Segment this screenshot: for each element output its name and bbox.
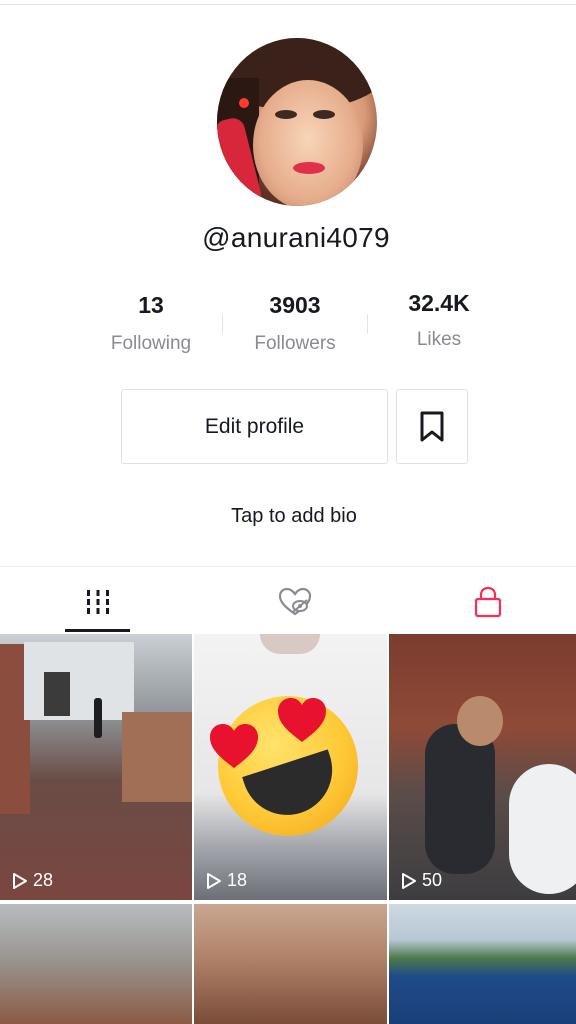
- tab-liked[interactable]: [255, 572, 335, 632]
- top-divider: [0, 4, 576, 5]
- edit-profile-button[interactable]: Edit profile: [121, 389, 388, 464]
- following-label: Following: [110, 333, 192, 354]
- video-thumbnail[interactable]: 18: [194, 634, 387, 900]
- followers-stat[interactable]: 3903 Followers: [230, 292, 360, 355]
- followers-label: Followers: [254, 333, 336, 354]
- following-count: 13: [138, 292, 164, 318]
- favorites-button[interactable]: [396, 389, 468, 464]
- stat-divider: [222, 314, 223, 334]
- likes-label: Likes: [416, 329, 462, 350]
- view-count-text: 18: [227, 870, 248, 890]
- likes-count: 32.4K: [408, 290, 470, 316]
- play-icon: [402, 872, 416, 889]
- play-icon: [207, 872, 221, 889]
- video-thumbnail[interactable]: [389, 904, 576, 1024]
- video-thumbnail[interactable]: 50: [389, 634, 576, 900]
- video-thumbnail[interactable]: 28: [0, 634, 192, 900]
- followers-count: 3903: [269, 292, 321, 318]
- likes-stat[interactable]: 32.4K Likes: [374, 290, 504, 351]
- username: @anurani4079: [202, 222, 390, 253]
- view-count: 28: [12, 870, 53, 891]
- lock-icon: [474, 586, 502, 618]
- bookmark-icon: [420, 411, 444, 441]
- play-icon: [13, 872, 27, 889]
- active-tab-indicator: [65, 629, 130, 632]
- video-thumbnail[interactable]: [194, 904, 387, 1024]
- stat-divider: [367, 314, 368, 334]
- liked-hidden-icon: [278, 587, 312, 616]
- grid-icon: [87, 590, 109, 614]
- view-count: 18: [206, 870, 247, 891]
- add-bio-prompt[interactable]: Tap to add bio: [0, 505, 576, 528]
- tabs-divider: [0, 566, 576, 567]
- view-count-text: 50: [422, 870, 443, 890]
- tab-videos[interactable]: [58, 572, 138, 632]
- following-stat[interactable]: 13 Following: [86, 292, 216, 355]
- profile-avatar[interactable]: [217, 38, 377, 206]
- view-count-text: 28: [33, 870, 54, 890]
- tab-private[interactable]: [448, 572, 528, 632]
- video-thumbnail[interactable]: [0, 904, 192, 1024]
- view-count: 50: [401, 870, 442, 891]
